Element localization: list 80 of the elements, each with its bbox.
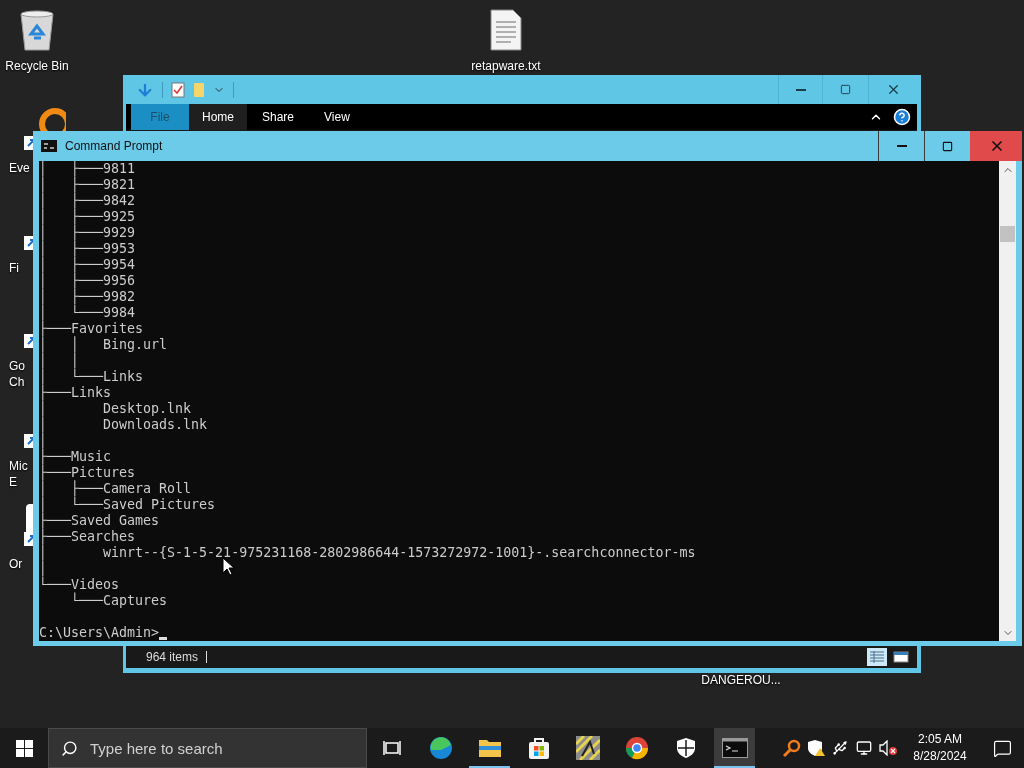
large-icons-view-icon — [893, 650, 909, 663]
icon-label: Or — [8, 556, 23, 572]
ribbon-tab[interactable]: Home — [189, 104, 247, 130]
clock-time: 2:05 AM — [918, 731, 962, 748]
console-line: │ ├───9821 — [39, 177, 136, 192]
task-view-icon — [382, 740, 401, 756]
minimize-icon — [795, 88, 806, 91]
terminal-icon — [41, 140, 57, 152]
console-line: │ Downloads.lnk — [39, 417, 208, 432]
console-line: └───Videos — [39, 577, 120, 592]
console-line: │ ├───9811 — [39, 161, 136, 176]
console-line: │ └───Saved Pictures — [39, 497, 216, 512]
ribbon-tab[interactable]: Share — [247, 104, 310, 130]
help-icon[interactable] — [893, 108, 911, 126]
console-line: ├───Searches — [39, 529, 136, 544]
search-bar[interactable]: Type here to search — [48, 728, 367, 768]
console-line: │ winrt--{S-1-5-21-975231168-2802986644-1573272972-1001}-.searchconnector-ms — [39, 545, 696, 560]
terminal-icon — [721, 738, 748, 758]
console-line: │ ├───Camera Roll — [39, 481, 192, 496]
console-line: ├───Music — [39, 449, 112, 464]
windows-logo-icon — [15, 739, 33, 757]
console-line: ├───Links — [39, 385, 112, 400]
console-line: │ └───Links — [39, 369, 144, 384]
icon-label: Recycle Bin — [5, 58, 69, 74]
checklist-icon[interactable] — [171, 81, 185, 98]
console-line: │ └───9984 — [39, 305, 136, 320]
icon-label: Eve — [8, 160, 30, 176]
search-icon — [61, 739, 78, 757]
search-input[interactable]: Type here to search — [88, 738, 342, 758]
clock[interactable]: 2:05 AM 8/28/2024 — [900, 731, 980, 765]
console-line: │ ├───9982 — [39, 289, 136, 304]
icon-label: DANGEROU... — [701, 672, 781, 688]
shopping-bag-icon — [526, 736, 551, 760]
maximize-icon — [942, 140, 953, 152]
item-count: 964 items — [146, 649, 199, 664]
console-line: └───Captures — [70, 593, 168, 609]
maximize-icon — [840, 84, 851, 95]
console-line: │ Desktop.lnk — [39, 401, 192, 416]
text-file-icon — [489, 8, 523, 52]
console-line: │ │ Bing.url — [39, 337, 168, 352]
volume-muted-icon — [879, 740, 897, 756]
recycle-bin-icon — [17, 8, 57, 52]
minimize-icon — [896, 145, 907, 147]
shield-warning-icon — [807, 739, 825, 757]
icon-label: Fi — [8, 260, 19, 276]
view-toggle[interactable] — [867, 647, 887, 666]
network-icon — [856, 740, 872, 756]
console-line: ├───Saved Games — [39, 513, 160, 528]
folder-icon — [477, 738, 502, 758]
console-line: │ — [39, 433, 47, 448]
console-line: ├───Favorites — [39, 321, 144, 336]
magnifier-icon — [783, 739, 801, 757]
details-view-icon — [869, 649, 885, 664]
scrollbar[interactable] — [999, 161, 1016, 641]
swirl-icon — [428, 736, 453, 760]
console-line: │ ├───9954 — [39, 257, 136, 272]
app-icon — [575, 736, 600, 760]
text-cursor — [159, 637, 168, 640]
console-line: │ ├───9925 — [39, 209, 136, 224]
console-line: │ ├───9929 — [39, 225, 136, 240]
ribbon-tab[interactable]: View — [309, 104, 365, 130]
console-line: │ ├───9953 — [39, 241, 136, 256]
clock-date: 8/28/2024 — [913, 748, 967, 765]
window-title: Command Prompt — [65, 139, 163, 153]
mouse-pointer-icon — [222, 557, 234, 576]
shield-icon — [675, 737, 696, 759]
console-line: │ — [39, 561, 47, 576]
tricolor-circle-icon — [624, 736, 649, 760]
icon-label: Mic E — [8, 458, 28, 490]
speech-bubble-icon — [992, 738, 1012, 758]
console-line: │ │ — [39, 353, 80, 368]
scroll-thumb[interactable] — [1000, 226, 1015, 242]
usb-icon — [832, 740, 848, 756]
taskbar-app-button[interactable] — [714, 728, 755, 768]
icon-label: Go Ch — [8, 358, 25, 390]
icon-label: retapware.txt — [471, 58, 541, 74]
console-line: ├───Pictures — [39, 465, 136, 480]
console-line: │ ├───9842 — [39, 193, 136, 208]
command-prompt-text: C:\Users\Admin> — [39, 625, 160, 641]
console-line: │ ├───9956 — [39, 273, 136, 288]
